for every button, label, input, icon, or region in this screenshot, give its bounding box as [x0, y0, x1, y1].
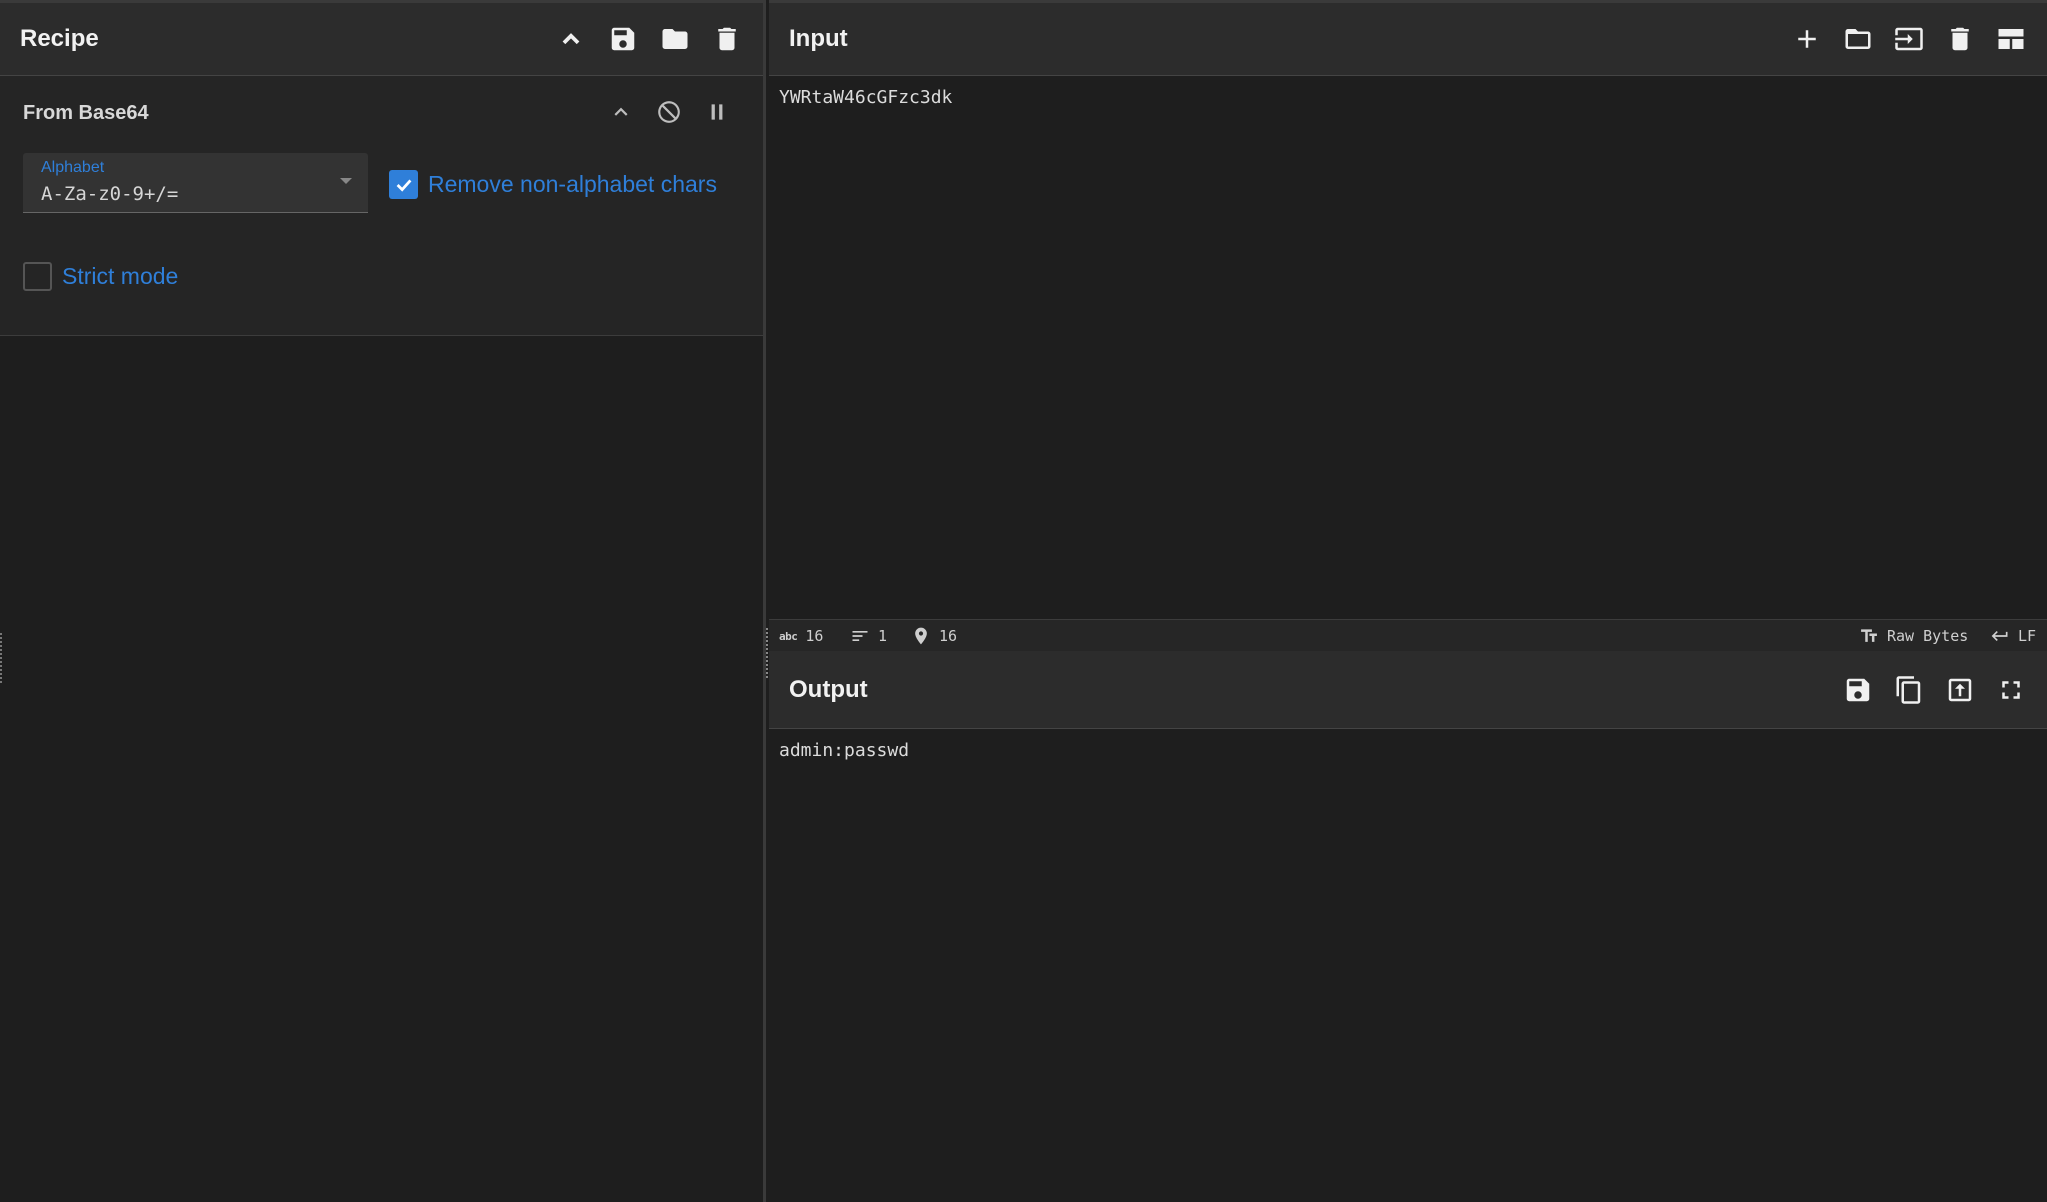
eol-selector[interactable]: LF: [1990, 620, 2036, 652]
alphabet-select[interactable]: Alphabet A-Za-z0-9+/=: [23, 153, 368, 213]
strict-mode-label: Strict mode: [62, 263, 179, 289]
save-output-button[interactable]: [1842, 674, 1874, 706]
strict-mode-checkbox[interactable]: Strict mode: [23, 262, 178, 291]
plus-icon: [1798, 30, 1816, 48]
input-status-bar: abc 16 1 16 Raw Bytes LF: [769, 619, 2047, 651]
lines-icon: [852, 631, 868, 641]
recipe-pane: Recipe From Base64 Alphabet A-Za-z0-9+/=…: [0, 0, 766, 1202]
input-textarea[interactable]: YWRtaW46cGFzc3dk: [769, 76, 2047, 621]
disable-operation-button[interactable]: [653, 96, 685, 128]
maximise-output-button[interactable]: [1995, 674, 2027, 706]
recipe-title: Recipe: [20, 25, 99, 52]
chevron-up-icon: [614, 107, 628, 116]
output-textarea[interactable]: admin:passwd: [769, 729, 2047, 772]
output-pane: Output admin:passwd: [769, 651, 2047, 1202]
pause-operation-button[interactable]: [701, 96, 733, 128]
position-value: 16: [939, 627, 958, 645]
checkbox-checked-icon: [389, 170, 418, 199]
copy-output-button[interactable]: [1893, 674, 1925, 706]
replace-input-button[interactable]: [1944, 674, 1976, 706]
alphabet-value: A-Za-z0-9+/=: [41, 183, 179, 205]
open-file-button[interactable]: [1893, 23, 1925, 55]
load-recipe-button[interactable]: [659, 23, 691, 55]
output-header: Output: [769, 651, 2047, 729]
clear-recipe-button[interactable]: [711, 23, 743, 55]
trash-icon: [1951, 27, 1969, 51]
return-arrow-icon: [1991, 631, 2008, 641]
pause-icon: [711, 104, 723, 120]
encoding-selector[interactable]: Raw Bytes: [1859, 620, 1968, 652]
reset-layout-button[interactable]: [1995, 23, 2027, 55]
add-input-tab-button[interactable]: [1791, 23, 1823, 55]
output-toolbar: [1842, 651, 2027, 728]
collapse-operation-button[interactable]: [605, 96, 637, 128]
left-resize-handle[interactable]: [0, 633, 3, 683]
save-icon: [1846, 678, 1870, 701]
upload-to-input-icon: [1948, 678, 1972, 701]
operation-controls: [605, 96, 733, 128]
location-pin-icon: [915, 627, 927, 645]
open-folder-button[interactable]: [1842, 23, 1874, 55]
block-icon: [658, 101, 680, 123]
remove-non-alphabet-checkbox[interactable]: Remove non-alphabet chars: [389, 170, 717, 199]
operation-title: From Base64: [23, 102, 149, 124]
recipe-toolbar: [555, 3, 743, 75]
eol-value: LF: [2018, 627, 2037, 645]
checkbox-unchecked-icon: [23, 262, 52, 291]
length-value: 16: [805, 627, 824, 645]
chevron-up-icon: [562, 33, 580, 45]
layout-icon: [1998, 29, 2024, 49]
encoding-value: Raw Bytes: [1887, 627, 1969, 645]
folder-outline-icon: [1845, 29, 1871, 49]
recipe-header: Recipe: [0, 3, 763, 76]
lines-value: 1: [878, 627, 888, 645]
input-title: Input: [789, 25, 848, 52]
clear-input-button[interactable]: [1944, 23, 1976, 55]
input-pane: Input YWRtaW46cGFzc3dk abc 16 1 16 Raw B…: [769, 0, 2047, 651]
length-stat: abc 16: [779, 620, 823, 652]
copy-icon: [1896, 675, 1921, 704]
input-header: Input: [769, 3, 2047, 76]
save-recipe-button[interactable]: [607, 23, 639, 55]
lines-stat: 1: [850, 620, 887, 652]
position-stat: 16: [911, 620, 957, 652]
output-title: Output: [789, 675, 868, 703]
text-format-icon: [1861, 629, 1877, 642]
fullscreen-icon: [2002, 680, 2020, 699]
dropdown-caret-icon: [340, 178, 352, 184]
input-toolbar: [1791, 3, 2027, 75]
folder-icon: [662, 29, 688, 49]
abc-icon: abc: [779, 629, 798, 643]
operation-card: From Base64 Alphabet A-Za-z0-9+/= Remove…: [0, 76, 763, 336]
trash-icon: [718, 27, 736, 51]
save-icon: [611, 27, 635, 51]
input-file-icon: [1895, 27, 1923, 51]
remove-non-alphabet-label: Remove non-alphabet chars: [428, 171, 717, 197]
collapse-recipe-button[interactable]: [555, 23, 587, 55]
alphabet-label: Alphabet: [41, 159, 105, 176]
